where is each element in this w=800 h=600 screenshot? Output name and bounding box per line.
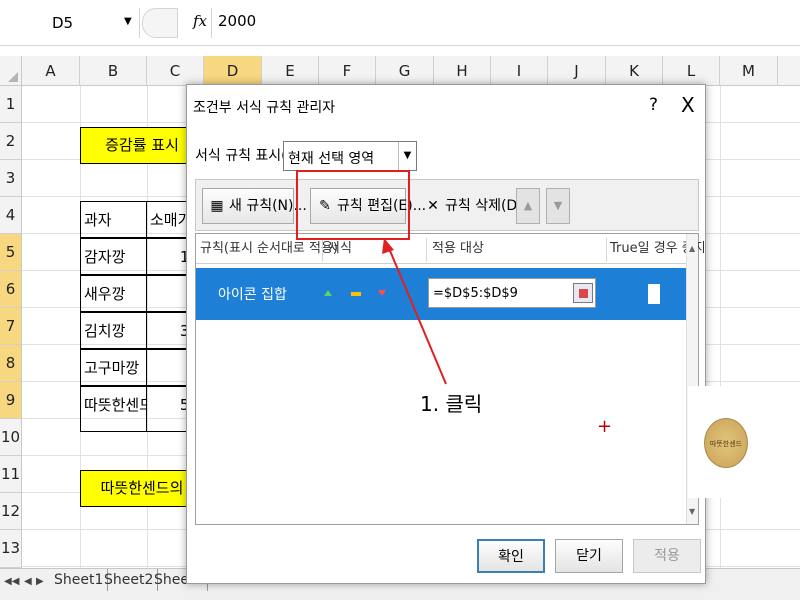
new-rule-icon: ▦ xyxy=(210,198,224,214)
rules-list: 규칙(표시 순서대로 적용) 서식 적용 대상 True일 경우 중지 아이콘 … xyxy=(195,233,706,525)
conditional-format-dialog: 조건부 서식 규칙 관리자 ? X 서식 규칙 표시(S): 현재 선택 영역 … xyxy=(186,84,706,584)
applies-to-input[interactable]: =$D$5:$D$9 xyxy=(428,278,596,308)
cell-product[interactable]: 김치깡 xyxy=(80,312,147,349)
cell-product[interactable]: 따뜻한센드 xyxy=(80,386,147,432)
row-header[interactable]: 4 xyxy=(0,197,22,234)
chevron-down-icon[interactable]: ▼ xyxy=(124,16,132,27)
triangle-down-icon xyxy=(378,290,386,296)
column-header[interactable]: M xyxy=(720,56,778,86)
rule-row-selected[interactable]: 아이콘 집합 =$D$5:$D$9 xyxy=(196,268,686,320)
row-header[interactable]: 12 xyxy=(0,493,22,530)
applies-to-value: =$D$5:$D$9 xyxy=(433,286,518,301)
column-header[interactable]: E xyxy=(262,56,319,86)
row-header-selected[interactable]: 9 xyxy=(0,382,22,419)
row-header[interactable]: 10 xyxy=(0,419,22,456)
chevron-down-icon[interactable]: ▼ xyxy=(398,142,416,170)
show-rules-value: 현재 선택 영역 xyxy=(288,151,375,167)
header-separator xyxy=(322,238,323,262)
row-header[interactable]: 11 xyxy=(0,456,22,493)
name-box[interactable]: D5 ▼ xyxy=(0,8,140,38)
column-header[interactable]: H xyxy=(434,56,491,86)
scroll-up-icon[interactable]: ▲ xyxy=(689,244,695,253)
stop-if-true-checkbox[interactable] xyxy=(648,284,660,304)
scroll-down-icon[interactable]: ▼ xyxy=(689,507,695,516)
rule-name: 아이콘 집합 xyxy=(218,287,287,303)
row-header[interactable]: 2 xyxy=(0,123,22,160)
close-icon[interactable]: X xyxy=(681,93,695,117)
column-header-applies-to[interactable]: 적용 대상 xyxy=(432,234,484,264)
plus-icon: + xyxy=(597,416,613,437)
delete-rule-button[interactable]: ✕ 규칙 삭제(D) xyxy=(418,188,523,224)
row-header-selected[interactable]: 8 xyxy=(0,345,22,382)
new-rule-button[interactable]: ▦ 새 규칙(N)... xyxy=(202,188,307,224)
row-header[interactable]: 1 xyxy=(0,86,22,123)
row-header-selected[interactable]: 7 xyxy=(0,308,22,345)
dash-icon xyxy=(351,292,361,296)
watermark-logo: 따뜻한센드 xyxy=(704,418,748,468)
formula-bar: D5 ▼ fx 2000 xyxy=(0,0,800,46)
close-button[interactable]: 닫기 xyxy=(555,539,623,573)
ok-button[interactable]: 확인 xyxy=(477,539,545,573)
first-sheet-icon[interactable]: ◀◀ xyxy=(4,576,19,587)
move-down-button[interactable]: ▼ xyxy=(546,188,570,224)
arrow-down-icon: ▼ xyxy=(553,199,563,212)
formula-input[interactable]: 2000 xyxy=(218,12,256,30)
move-up-button[interactable]: ▲ xyxy=(516,188,540,224)
formula-divider xyxy=(211,8,212,38)
cell-product[interactable]: 고구마깡 xyxy=(80,349,147,386)
dialog-title: 조건부 서식 규칙 관리자 xyxy=(193,100,336,116)
column-header[interactable]: G xyxy=(376,56,434,86)
delete-rule-label: 규칙 삭제(D) xyxy=(445,198,523,214)
cell-product[interactable]: 새우깡 xyxy=(80,275,147,312)
name-box-value: D5 xyxy=(52,14,74,32)
cell-product[interactable]: 감자깡 xyxy=(80,238,147,275)
delete-x-icon: ✕ xyxy=(427,198,439,214)
column-header[interactable]: F xyxy=(319,56,376,86)
column-header[interactable]: L xyxy=(663,56,720,86)
formula-bar-grip[interactable] xyxy=(142,8,178,38)
row-header-selected[interactable]: 5 xyxy=(0,234,22,271)
rule-toolbar: ▦ 새 규칙(N)... ✎ 규칙 편집(E)... ✕ 규칙 삭제(D) ▲ ▼ xyxy=(195,179,699,231)
column-header[interactable]: I xyxy=(491,56,548,86)
column-header[interactable]: C xyxy=(147,56,204,86)
row-header[interactable]: 3 xyxy=(0,160,22,197)
apply-button[interactable]: 적용 xyxy=(633,539,701,573)
select-all-corner[interactable] xyxy=(0,56,22,86)
prev-sheet-icon[interactable]: ◀ xyxy=(24,576,32,587)
cell-header-product[interactable]: 과자 xyxy=(80,201,147,238)
column-header[interactable]: J xyxy=(548,56,606,86)
highlight-box xyxy=(296,170,410,240)
fx-icon[interactable]: fx xyxy=(193,12,207,30)
row-header[interactable]: 13 xyxy=(0,530,22,568)
column-header[interactable]: B xyxy=(80,56,147,86)
column-header-selected[interactable]: D xyxy=(204,56,262,86)
rules-list-header: 규칙(표시 순서대로 적용) 서식 적용 대상 True일 경우 중지 xyxy=(196,234,706,264)
triangle-up-icon xyxy=(324,290,332,296)
help-icon[interactable]: ? xyxy=(649,95,658,115)
arrow-up-icon: ▲ xyxy=(523,199,533,212)
row-header-selected[interactable]: 6 xyxy=(0,271,22,308)
next-sheet-icon[interactable]: ▶ xyxy=(36,576,44,587)
column-headers: A B C D E F G H I J K L M xyxy=(0,56,800,86)
range-picker-icon[interactable] xyxy=(573,283,593,303)
column-header[interactable]: A xyxy=(22,56,80,86)
header-separator xyxy=(426,238,427,262)
show-rules-select[interactable]: 현재 선택 영역 ▼ xyxy=(283,141,417,171)
column-header[interactable]: K xyxy=(606,56,663,86)
header-separator xyxy=(606,238,607,262)
callout-text: 1. 클릭 xyxy=(420,392,483,416)
